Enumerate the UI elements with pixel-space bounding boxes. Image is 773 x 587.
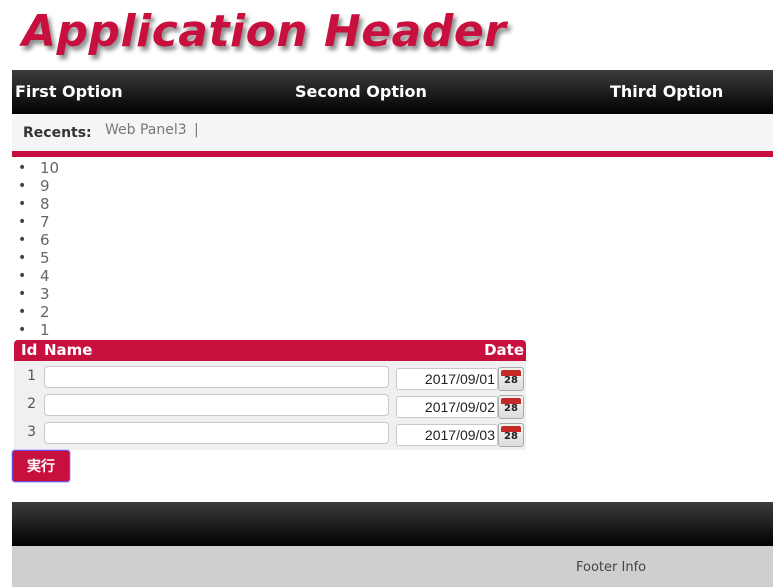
number-list: 10 9 8 7 6 5 4 3 2 1 — [18, 159, 59, 339]
column-header-date: Date — [484, 341, 524, 359]
recent-link-web-panel3[interactable]: Web Panel3 — [105, 122, 187, 138]
column-header-name: Name — [44, 341, 93, 359]
table-row: 3 28 — [14, 420, 526, 448]
list-item: 6 — [18, 231, 59, 249]
row-id: 2 — [27, 396, 36, 412]
list-item: 4 — [18, 267, 59, 285]
accent-divider — [12, 151, 773, 157]
footer-info: Footer Info — [576, 560, 647, 575]
list-item: 7 — [18, 213, 59, 231]
row-id: 1 — [27, 368, 36, 384]
recents-bar: Recents: Web Panel3 | — [12, 114, 773, 151]
main-menu: First Option Second Option Third Option — [12, 70, 773, 114]
list-item: 2 — [18, 303, 59, 321]
name-input[interactable] — [44, 366, 389, 388]
menu-first-option[interactable]: First Option — [15, 70, 123, 114]
calendar-icon-day: 28 — [504, 375, 518, 386]
app-header-title: Application Header — [22, 6, 507, 57]
column-header-id: Id — [21, 341, 38, 359]
calendar-icon[interactable]: 28 — [498, 367, 524, 391]
list-item: 10 — [18, 159, 59, 177]
calendar-icon-day: 28 — [504, 403, 518, 414]
execute-button[interactable]: 実行 — [12, 450, 70, 482]
table-row: 2 28 — [14, 392, 526, 420]
date-input[interactable] — [396, 424, 498, 446]
calendar-icon-day: 28 — [504, 431, 518, 442]
list-item: 8 — [18, 195, 59, 213]
table-row: 1 28 — [14, 364, 526, 392]
footer-bar — [12, 502, 773, 546]
recents-separator: | — [194, 122, 199, 138]
list-item: 5 — [18, 249, 59, 267]
date-input[interactable] — [396, 368, 498, 390]
calendar-icon[interactable]: 28 — [498, 423, 524, 447]
list-item: 3 — [18, 285, 59, 303]
grid-body: 1 28 2 28 3 28 — [14, 361, 526, 450]
recents-label: Recents: — [23, 125, 92, 141]
calendar-icon[interactable]: 28 — [498, 395, 524, 419]
footer: Footer Info — [12, 546, 773, 587]
row-id: 3 — [27, 424, 36, 440]
data-grid: Id Name Date 1 28 2 28 3 — [14, 340, 526, 450]
date-input[interactable] — [396, 396, 498, 418]
name-input[interactable] — [44, 394, 389, 416]
menu-third-option[interactable]: Third Option — [610, 70, 723, 114]
menu-second-option[interactable]: Second Option — [295, 70, 427, 114]
list-item: 9 — [18, 177, 59, 195]
list-item: 1 — [18, 321, 59, 339]
grid-header: Id Name Date — [14, 340, 526, 361]
name-input[interactable] — [44, 422, 389, 444]
